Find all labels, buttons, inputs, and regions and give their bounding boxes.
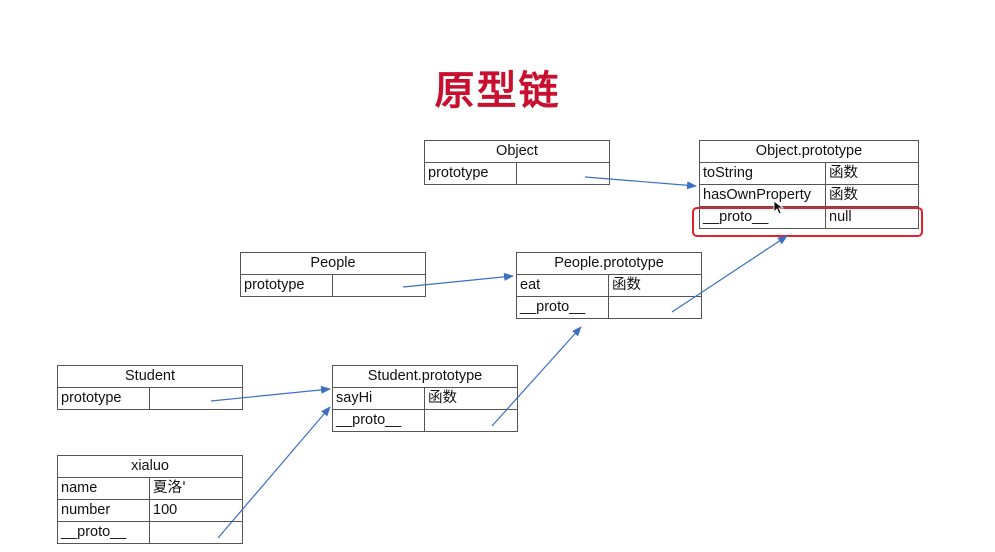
student-table: Student prototype <box>57 365 243 410</box>
row-value: 夏洛' <box>148 477 244 500</box>
table-header: Object <box>423 140 611 163</box>
row-key: name <box>57 477 150 500</box>
table-row: prototype <box>240 274 426 297</box>
student-prototype-table: Student.prototype sayHi 函数 __proto__ <box>331 365 519 432</box>
table-row: eat 函数 <box>516 274 703 297</box>
row-key: toString <box>699 162 826 185</box>
row-key: __proto__ <box>516 296 609 319</box>
table-header: Student <box>57 365 243 388</box>
table-row: hasOwnProperty 函数 <box>699 184 919 207</box>
table-header: People <box>240 252 426 275</box>
table-header: Student.prototype <box>331 365 519 388</box>
row-key: __proto__ <box>57 521 150 544</box>
row-value <box>515 162 611 185</box>
mouse-cursor-icon <box>773 200 785 215</box>
row-key: prototype <box>57 387 150 410</box>
row-key: __proto__ <box>699 206 826 229</box>
table-row-highlighted: __proto__ null <box>699 206 919 229</box>
row-value <box>332 274 426 297</box>
row-key: prototype <box>240 274 333 297</box>
table-row: prototype <box>57 387 243 410</box>
table-row: number 100 <box>57 499 244 522</box>
object-table: Object prototype <box>423 140 611 185</box>
row-value <box>423 409 519 432</box>
row-value: null <box>825 206 919 229</box>
xialuo-table: xialuo name 夏洛' number 100 __proto__ <box>56 455 244 544</box>
row-value: 函数 <box>825 184 919 207</box>
row-value <box>607 296 703 319</box>
row-key: sayHi <box>332 387 425 410</box>
people-prototype-table: People.prototype eat 函数 __proto__ <box>515 252 703 319</box>
table-row: sayHi 函数 <box>332 387 519 410</box>
row-key: number <box>57 499 150 522</box>
row-value: 函数 <box>607 274 703 297</box>
table-row: name 夏洛' <box>57 477 244 500</box>
table-row: __proto__ <box>516 296 703 319</box>
row-value <box>148 521 244 544</box>
table-header: Object.prototype <box>699 140 919 163</box>
row-key: __proto__ <box>332 409 425 432</box>
table-row: __proto__ <box>332 409 519 432</box>
row-value <box>149 387 243 410</box>
slide-title: 原型链 <box>434 68 561 114</box>
table-row: __proto__ <box>57 521 244 544</box>
table-row: prototype <box>424 162 611 185</box>
row-value: 100 <box>148 499 244 522</box>
object-prototype-table: Object.prototype toString 函数 hasOwnPrope… <box>699 140 919 229</box>
row-key: hasOwnProperty <box>699 184 826 207</box>
row-value: 函数 <box>423 387 519 410</box>
row-value: 函数 <box>825 162 919 185</box>
people-table: People prototype <box>240 252 426 297</box>
table-header: People.prototype <box>515 252 703 275</box>
row-key: prototype <box>424 162 517 185</box>
table-header: xialuo <box>56 455 244 478</box>
row-key: eat <box>516 274 609 297</box>
table-row: toString 函数 <box>699 162 919 185</box>
